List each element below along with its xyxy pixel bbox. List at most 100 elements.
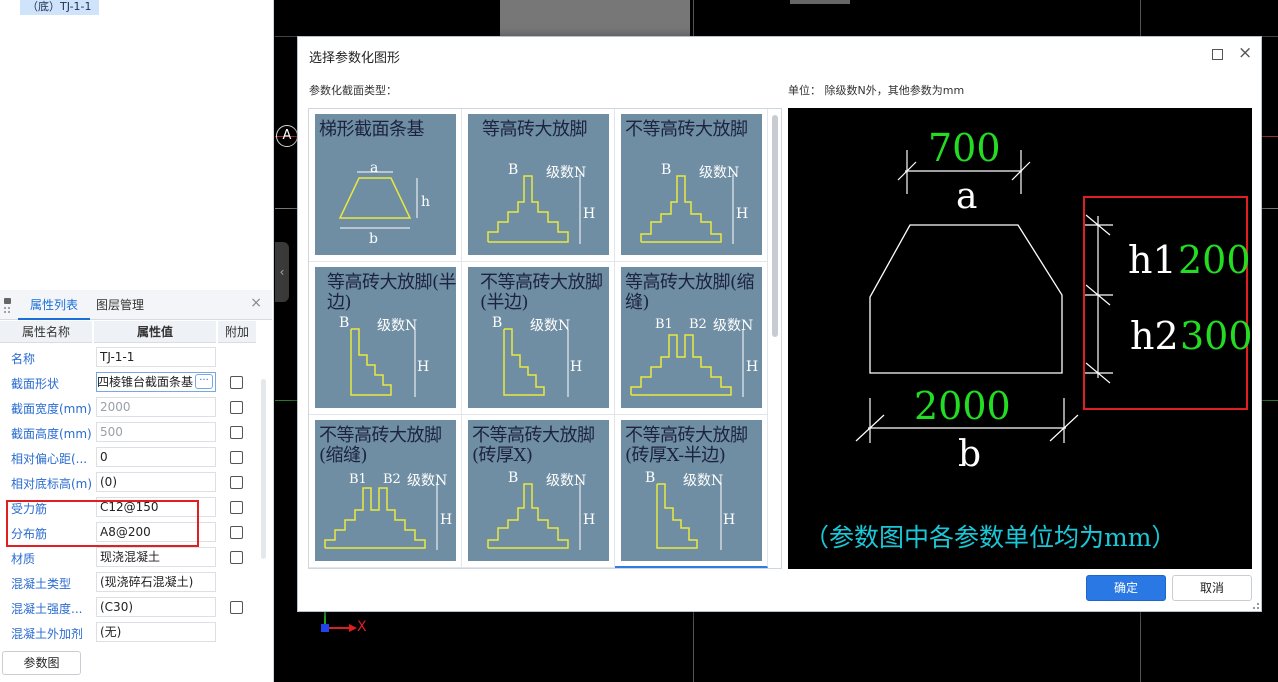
shape-item-equal-step[interactable]: 等高砖大放脚 B 级数N H <box>462 109 615 262</box>
shape-item-trapezoid[interactable]: 梯形截面条基 a h b <box>309 109 462 262</box>
shape-thumbnail: 不等高砖大放脚(半边) B 级数N H <box>468 267 609 408</box>
shape-item-unequal-step-gap[interactable]: 不等高砖大放脚(缩缝) B1 B2 级数N H <box>309 415 462 568</box>
property-value-field[interactable]: (无) <box>96 622 216 642</box>
property-name: 混凝土外加剂 <box>11 627 84 641</box>
shape-grid: 梯形截面条基 a h b 等高砖大放脚 B 级数N H 不等高砖大放脚 B 级数… <box>308 108 782 569</box>
shape-item-step-thickness-x-half[interactable]: 不等高砖大放脚(砖厚X-半边) B 级数N H <box>615 415 768 568</box>
param-label-n: 级数N <box>546 473 587 489</box>
scrollbar[interactable] <box>261 379 266 559</box>
shape-item-unequal-step[interactable]: 不等高砖大放脚 B 级数N H <box>615 109 768 262</box>
property-name: 混凝土类型 <box>11 577 72 591</box>
dialog-title: 选择参数化图形 <box>309 51 401 66</box>
select-parametric-shape-dialog: 选择参数化图形 × 参数化截面类型： 单位： 除级数N外，其他参数为mm 梯形截… <box>297 36 1262 612</box>
param-label-n: 级数N <box>713 318 754 334</box>
shape-title: 不等高砖大放脚(缩缝) <box>319 425 442 466</box>
property-name: 截面高度(mm) <box>11 427 92 441</box>
shape-thumbnail: 等高砖大放脚(缩缝) B1 B2 级数N H <box>621 267 762 408</box>
property-row: 截面宽度(mm) 2000 <box>0 395 258 420</box>
extra-checkbox[interactable] <box>230 476 243 489</box>
axis-marker-a[interactable]: A <box>276 125 298 147</box>
param-label-b: B <box>508 470 519 486</box>
param-label-h: H <box>570 359 583 375</box>
a-value: 700 <box>928 126 1001 170</box>
property-value-field[interactable]: 2000 <box>96 397 216 417</box>
shape-item-equal-step-gap[interactable]: 等高砖大放脚(缩缝) B1 B2 级数N H <box>615 262 768 415</box>
param-label-a: a <box>370 160 379 176</box>
param-label-b: b <box>369 231 378 247</box>
tab-properties[interactable]: 属性列表 <box>17 296 91 320</box>
property-value-field[interactable]: 现浇混凝土 <box>96 547 216 567</box>
ellipsis-button[interactable]: ··· <box>195 374 213 389</box>
cancel-button[interactable]: 取消 <box>1172 575 1252 601</box>
param-label-h: H <box>440 512 453 528</box>
property-value-field[interactable]: TJ-1-1 <box>96 347 216 367</box>
shape-item-unequal-step-half[interactable]: 不等高砖大放脚(半边) B 级数N H <box>462 262 615 415</box>
extra-checkbox[interactable] <box>230 501 243 514</box>
property-value-field[interactable]: 500 <box>96 422 216 442</box>
param-label-b: B <box>508 162 519 178</box>
grid-scrollbar[interactable] <box>772 115 778 337</box>
left-panel: （底）TJ-1-1 属性列表 图层管理 × 属性名称 属性值 附加 名称 TJ-… <box>0 0 274 682</box>
property-row: 混凝土类型 (现浇碎石混凝土) <box>0 570 258 595</box>
extra-checkbox[interactable] <box>230 426 243 439</box>
param-label-n: 级数N <box>683 473 724 489</box>
property-row: 相对偏心距(... 0 <box>0 445 258 470</box>
property-value-field[interactable]: 0 <box>96 447 216 467</box>
property-name: 名称 <box>11 352 36 366</box>
shape-item-step-thickness-x[interactable]: 不等高砖大放脚(砖厚X) B 级数N H <box>462 415 615 568</box>
header-property-value: 属性值 <box>94 321 216 343</box>
ok-button[interactable]: 确定 <box>1086 575 1166 601</box>
resize-grip-icon[interactable] <box>1253 603 1259 609</box>
property-row: 材质 现浇混凝土 <box>0 545 258 570</box>
pin-icon[interactable] <box>2 294 13 314</box>
shape-title: 不等高砖大放脚(半边) <box>480 272 603 313</box>
tab-layers[interactable]: 图层管理 <box>96 296 144 314</box>
maximize-icon[interactable] <box>1212 49 1223 60</box>
b-label: b <box>958 434 982 475</box>
property-name: 相对偏心距(... <box>11 452 88 466</box>
shape-title: 等高砖大放脚(缩缝) <box>625 272 755 313</box>
property-value-field[interactable]: (0) <box>96 472 216 492</box>
close-icon[interactable]: × <box>1238 43 1252 63</box>
extra-checkbox[interactable] <box>230 401 243 414</box>
param-label-h: h <box>421 194 431 210</box>
extra-checkbox[interactable] <box>230 376 243 389</box>
extra-checkbox[interactable] <box>230 551 243 564</box>
collapse-panel-handle[interactable]: ‹ <box>275 242 289 302</box>
unit-note: （参数图中各参数单位均为mm） <box>804 523 1177 552</box>
property-name: 截面宽度(mm) <box>11 402 92 416</box>
shape-item-equal-step-half[interactable]: 等高砖大放脚(半边) B 级数N H <box>309 262 462 415</box>
property-row: 混凝土强度... (C30) <box>0 595 258 620</box>
h2-value: 300 <box>1180 314 1253 358</box>
param-label-b2: B2 <box>689 317 707 332</box>
param-label-b: B <box>661 162 672 178</box>
param-label-b1: B1 <box>655 317 673 332</box>
extra-checkbox[interactable] <box>230 601 243 614</box>
property-value-field[interactable]: (C30) <box>96 597 216 617</box>
property-value-field[interactable]: (现浇碎石混凝土) <box>96 572 216 592</box>
property-name: 材质 <box>11 552 36 566</box>
shape-preview: 700 a h1 200 h2 300 2000 b （参数图中各参数单位均为m… <box>788 108 1253 569</box>
shape-title: 等高砖大放脚 <box>482 119 588 140</box>
param-label-n: 级数N <box>377 318 418 334</box>
h1-value: 200 <box>1178 238 1251 282</box>
extra-checkbox[interactable] <box>230 526 243 539</box>
cad-element <box>500 0 690 36</box>
extra-checkbox[interactable] <box>230 451 243 464</box>
header-extra: 附加 <box>218 321 256 343</box>
param-label-n: 级数N <box>699 165 740 181</box>
param-label-h: H <box>583 512 596 528</box>
param-label-h: H <box>417 359 430 375</box>
property-name: 相对底标高(m) <box>11 477 93 491</box>
shape-title: 梯形截面条基 <box>319 119 425 140</box>
shape-thumbnail: 不等高砖大放脚 B 级数N H <box>621 114 762 255</box>
shape-thumbnail: 等高砖大放脚(半边) B 级数N H <box>315 267 457 408</box>
tree-item-selected[interactable]: （底）TJ-1-1 <box>20 0 99 15</box>
param-label-h: H <box>736 206 749 222</box>
shape-thumbnail: 梯形截面条基 a h b <box>315 114 456 255</box>
param-label-h: H <box>723 512 736 528</box>
shape-thumbnail: 等高砖大放脚 B 级数N H <box>468 114 609 255</box>
param-label-n: 级数N <box>546 165 587 181</box>
param-diagram-button[interactable]: 参数图 <box>2 651 81 675</box>
close-panel-icon[interactable]: × <box>250 295 262 311</box>
